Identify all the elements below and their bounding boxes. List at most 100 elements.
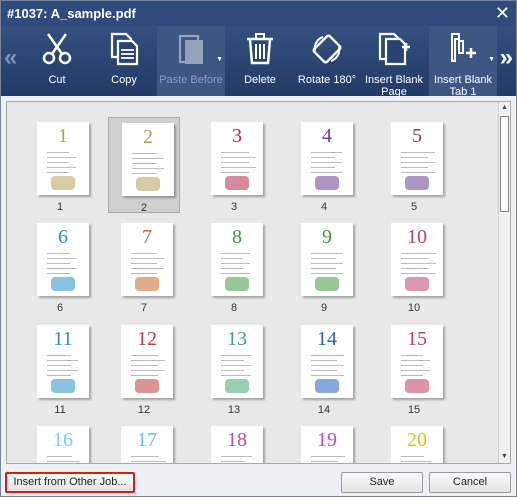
page-thumbnail[interactable]: 10 10 (378, 218, 450, 314)
page-thumbnail-number: 18 (227, 429, 247, 451)
page-thumbnail-image: 2 (122, 123, 174, 196)
page-text-line (221, 375, 251, 376)
toolbar-scroll-right-button[interactable]: » (500, 46, 513, 70)
page-thumbnail-image: 8 (211, 223, 263, 296)
page-thumbnail-number: 13 (227, 328, 247, 350)
page-text-line (401, 360, 430, 361)
toolbar-scroll-left-button[interactable]: « (4, 46, 17, 70)
page-thumbnail[interactable]: 20 (378, 421, 450, 463)
page-thumbnail[interactable]: 13 13 (198, 320, 270, 416)
vertical-scrollbar[interactable]: ▲ ▼ (498, 102, 510, 463)
scrollbar-thumb[interactable] (500, 116, 509, 212)
page-number-label: 12 (137, 404, 151, 416)
scroll-down-icon[interactable]: ▼ (499, 451, 510, 463)
page-text-line (311, 461, 338, 462)
page-thumbnail[interactable]: 22 (108, 117, 180, 214)
scissors-icon (42, 33, 72, 65)
page-text-line (47, 370, 78, 371)
page-thumbnail-number: 10 (407, 226, 427, 248)
page-thumbnail-number: 17 (137, 429, 157, 451)
page-text-line (47, 167, 76, 168)
page-text-line (47, 268, 77, 269)
cancel-button[interactable]: Cancel (429, 472, 511, 493)
page-text-line (401, 152, 435, 153)
page-text-line (311, 157, 335, 158)
toolbar: « Cut Copy ▼ Paste Before Delete Rotate … (1, 26, 516, 98)
page-text-line (47, 253, 70, 254)
page-text-line (47, 365, 71, 366)
page-thumbnail[interactable]: 12 12 (108, 320, 180, 416)
page-thumbnail-number: 9 (322, 226, 332, 248)
page-text-line (131, 253, 157, 254)
page-thumbnail-number: 4 (322, 125, 332, 147)
page-number-label: 3 (230, 201, 238, 213)
page-thumbnail-grid: 1 1 2 2 3 3 4 4 5 5 6 6 7 7 8 8 9 9 10 10 11 11 12 12 13 13 14 14 15… (6, 101, 511, 464)
page-text-line (47, 456, 72, 457)
insert-blank-tab-button[interactable]: ▼ Insert Blank Tab 1 (429, 26, 497, 98)
paste-before-button[interactable]: ▼ Paste Before (157, 26, 225, 96)
page-thumbnail[interactable]: 14 14 (288, 320, 360, 416)
page-thumbnail-image: 12 (121, 325, 173, 398)
page-number-label: 2 (140, 202, 148, 214)
page-text-line (401, 370, 430, 371)
page-illustration (225, 379, 249, 393)
page-text-line (221, 360, 244, 361)
scroll-up-icon[interactable]: ▲ (499, 102, 510, 114)
page-thumbnail[interactable]: 66 (24, 218, 96, 314)
title-bar: #1037: A_sample.pdf ✕ (1, 1, 516, 26)
page-text-line (131, 268, 164, 269)
page-thumbnail[interactable]: 19 (288, 421, 360, 463)
page-number-label: 11 (54, 404, 66, 416)
page-thumbnail[interactable]: 18 (198, 421, 270, 463)
page-thumbnail-number: 3 (232, 125, 242, 147)
page-thumbnail[interactable]: 16 (24, 421, 96, 463)
page-text-line (47, 273, 70, 274)
page-text-line (47, 258, 77, 259)
insert-from-other-job-button[interactable]: Insert from Other Job... (5, 472, 135, 493)
page-text-line (131, 355, 158, 356)
page-text-line (311, 355, 344, 356)
copy-icon (110, 32, 139, 66)
page-text-line (132, 168, 164, 169)
page-thumbnail[interactable]: 55 (378, 117, 450, 213)
insert-blank-page-button[interactable]: Insert Blank Page (361, 26, 427, 98)
page-number-label: 4 (320, 201, 328, 213)
page-text-line (132, 163, 157, 164)
page-thumbnail[interactable]: 88 (198, 218, 270, 314)
page-illustration (225, 277, 249, 291)
page-thumbnail[interactable]: 17 (108, 421, 180, 463)
page-text-line (311, 253, 343, 254)
page-thumbnail[interactable]: 15 15 (378, 320, 450, 416)
page-illustration (405, 176, 429, 190)
save-button[interactable]: Save (341, 472, 423, 493)
rotate-180-button[interactable]: Rotate 180° (295, 26, 359, 96)
page-illustration (51, 176, 75, 190)
page-thumbnail[interactable]: 99 (288, 218, 360, 314)
page-thumbnail[interactable]: 11 (24, 117, 96, 213)
dialog-footer: Insert from Other Job... Save Cancel (1, 467, 516, 496)
page-number-label: 9 (320, 302, 328, 314)
page-text-line (131, 370, 165, 371)
delete-button[interactable]: Delete (235, 26, 285, 96)
page-thumbnail-image: 19 (301, 426, 353, 463)
page-thumbnail[interactable]: 44 (288, 117, 360, 213)
window-title: #1037: A_sample.pdf (7, 6, 136, 21)
close-icon[interactable]: ✕ (495, 3, 510, 23)
page-thumbnail[interactable]: 77 (108, 218, 180, 314)
page-text-line (131, 263, 157, 264)
page-text-line (47, 263, 70, 264)
page-text-line (132, 158, 164, 159)
page-thumbnail[interactable]: 11 11 (24, 320, 96, 416)
page-number-label: 7 (140, 302, 148, 314)
insert-blank-page-label: Insert Blank Page (364, 74, 424, 98)
page-text-line (221, 355, 251, 356)
page-text-line (401, 157, 428, 158)
copy-button[interactable]: Copy (97, 26, 151, 96)
page-text-line (221, 152, 249, 153)
cut-button[interactable]: Cut (31, 26, 83, 96)
page-text-line (401, 456, 424, 457)
page-thumbnail-number: 16 (53, 429, 73, 451)
page-thumbnail[interactable]: 33 (198, 117, 270, 213)
page-text-line (311, 167, 335, 168)
page-text-line (132, 173, 157, 174)
